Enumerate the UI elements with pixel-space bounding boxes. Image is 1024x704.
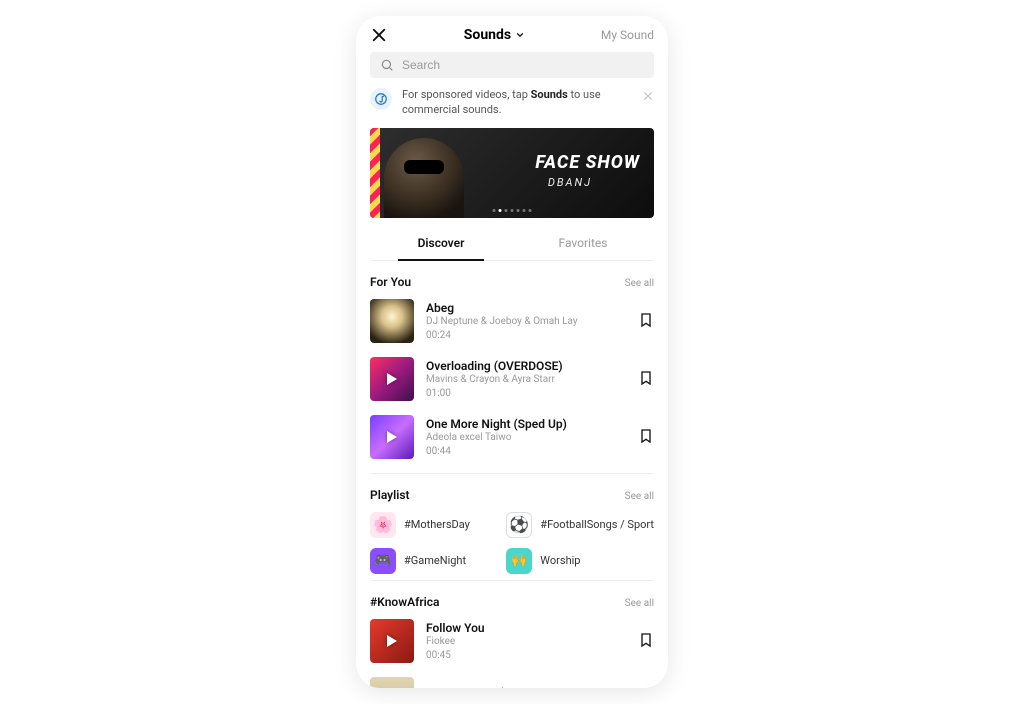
section-title: For You [370, 275, 411, 289]
page-title: Sounds [464, 27, 511, 43]
playlist-grid: 🌸 #MothersDay ⚽ #FootballSongs / Sport 🎮… [370, 512, 654, 574]
section-playlist-head: Playlist See all [370, 488, 654, 502]
section-for-you-head: For You See all [370, 275, 654, 289]
track-thumbnail[interactable] [370, 415, 414, 459]
search-icon [380, 58, 394, 72]
track-title: Overloading (OVERDOSE) [426, 359, 626, 373]
play-icon [387, 373, 397, 385]
playlist-item-gamenight[interactable]: 🎮 #GameNight [370, 548, 494, 574]
play-icon [387, 431, 397, 443]
track-row[interactable]: Follow You Fiokee 00:45 [370, 619, 654, 663]
track-artist: Mavins & Crayon & Ayra Starr [426, 374, 626, 385]
tab-discover[interactable]: Discover [370, 228, 512, 260]
music-note-icon [370, 88, 392, 110]
track-title: One More Night (Sped Up) [426, 417, 626, 431]
chevron-down-icon [515, 30, 525, 40]
track-row[interactable]: One More Night (Sped Up) Adeola excel Ta… [370, 415, 654, 459]
tab-favorites[interactable]: Favorites [512, 228, 654, 260]
track-artist: DJ Neptune & Joeboy & Omah Lay [426, 316, 626, 327]
banner-headline: FACE SHOW [535, 152, 640, 173]
playlist-item-mothersday[interactable]: 🌸 #MothersDay [370, 512, 494, 538]
close-icon[interactable] [370, 26, 388, 44]
track-row[interactable]: Overloading (OVERDOSE) Mavins & Crayon &… [370, 357, 654, 401]
section-title: Playlist [370, 488, 410, 502]
carousel-dots [493, 209, 532, 212]
praise-icon: 🙌 [506, 548, 532, 574]
flower-icon: 🌸 [370, 512, 396, 538]
sponsored-hint: For sponsored videos, tap Sounds to use … [370, 88, 654, 118]
track-duration: 00:24 [426, 330, 626, 341]
track-duration: 00:44 [426, 446, 626, 457]
play-icon [387, 635, 397, 647]
banner-stripe [370, 128, 380, 218]
track-title: Stand Strong (feat. Sunday Service Choir… [426, 686, 626, 688]
tabs: Discover Favorites [370, 228, 654, 261]
track-thumbnail[interactable] [370, 619, 414, 663]
my-sound-link[interactable]: My Sound [601, 28, 654, 42]
see-all-link[interactable]: See all [625, 278, 654, 289]
section-title: #KnowAfrica [370, 595, 439, 609]
bookmark-icon[interactable] [638, 370, 654, 388]
bookmark-icon[interactable] [638, 428, 654, 446]
soccer-ball-icon: ⚽ [506, 512, 532, 538]
see-all-link[interactable]: See all [625, 598, 654, 609]
banner-artist-image [384, 138, 464, 218]
hint-close-icon[interactable] [642, 90, 654, 102]
bookmark-icon[interactable] [638, 312, 654, 330]
track-duration: 00:45 [426, 650, 626, 661]
bookmark-icon[interactable] [638, 632, 654, 650]
top-bar: Sounds My Sound [356, 16, 668, 52]
playlist-item-football[interactable]: ⚽ #FootballSongs / Sport [506, 512, 654, 538]
track-row[interactable]: Abeg DJ Neptune & Joeboy & Omah Lay 00:2… [370, 299, 654, 343]
search-input[interactable] [402, 58, 644, 72]
banner-artist: DBANJ [548, 176, 592, 189]
section-knowafrica-head: #KnowAfrica See all [370, 595, 654, 609]
track-thumbnail[interactable] [370, 357, 414, 401]
gamepad-icon: 🎮 [370, 548, 396, 574]
track-duration: 01:00 [426, 388, 626, 399]
content-scroll[interactable]: For You See all Abeg DJ Neptune & Joeboy… [356, 261, 668, 688]
playlist-item-worship[interactable]: 🙌 Worship [506, 548, 654, 574]
title-dropdown[interactable]: Sounds [464, 27, 525, 43]
track-title: Follow You [426, 621, 626, 635]
see-all-link[interactable]: See all [625, 491, 654, 502]
promo-banner[interactable]: FACE SHOW DBANJ [370, 128, 654, 218]
track-thumbnail[interactable] [370, 677, 414, 688]
track-artist: Fiokee [426, 636, 626, 647]
track-thumbnail[interactable] [370, 299, 414, 343]
hint-text: For sponsored videos, tap Sounds to use … [402, 88, 654, 118]
track-title: Abeg [426, 301, 626, 315]
sounds-screen: Sounds My Sound For sponsored videos, ta… [356, 16, 668, 688]
track-artist: Adeola excel Taiwo [426, 432, 626, 443]
search-bar[interactable] [370, 52, 654, 78]
track-row[interactable]: Stand Strong (feat. Sunday Service Choir… [370, 677, 654, 688]
